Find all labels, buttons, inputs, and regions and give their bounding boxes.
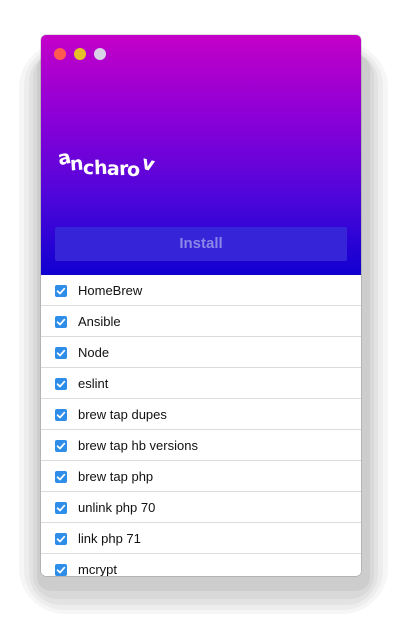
task-label: link php 71	[78, 531, 141, 546]
app-logo: a n c h a r o v	[56, 146, 178, 186]
logo-letter: v	[139, 151, 157, 177]
desktop-background: a n c h a r o v Install HomeBrew Ansible N…	[0, 0, 407, 624]
task-checkbox[interactable]	[55, 347, 67, 359]
task-checkbox[interactable]	[55, 564, 67, 576]
logo-letter: h	[93, 156, 108, 180]
task-checkbox[interactable]	[55, 533, 67, 545]
task-row[interactable]: mcrypt	[41, 554, 361, 576]
task-row[interactable]: brew tap hb versions	[41, 430, 361, 461]
checkmark-icon	[56, 504, 66, 512]
task-row[interactable]: unlink php 70	[41, 492, 361, 523]
task-label: HomeBrew	[78, 283, 143, 298]
close-window-button[interactable]	[54, 48, 66, 60]
install-button[interactable]: Install	[55, 227, 347, 261]
task-label: brew tap dupes	[78, 407, 167, 422]
task-checkbox[interactable]	[55, 502, 67, 514]
minimize-window-button[interactable]	[74, 48, 86, 60]
app-window: a n c h a r o v Install HomeBrew Ansible N…	[41, 35, 361, 576]
task-label: mcrypt	[78, 562, 117, 576]
task-label: unlink php 70	[78, 500, 156, 515]
task-row[interactable]: HomeBrew	[41, 275, 361, 306]
task-label: Node	[78, 345, 110, 360]
task-checkbox[interactable]	[55, 409, 67, 421]
task-row[interactable]: Ansible	[41, 306, 361, 337]
task-row[interactable]: Node	[41, 337, 361, 368]
task-checkbox[interactable]	[55, 471, 67, 483]
logo-letter: o	[126, 158, 141, 182]
checkmark-icon	[56, 442, 66, 450]
checkmark-icon	[56, 566, 66, 574]
checkmark-icon	[56, 380, 66, 388]
maximize-window-button[interactable]	[94, 48, 106, 60]
checkmark-icon	[56, 473, 66, 481]
task-checkbox[interactable]	[55, 440, 67, 452]
task-checkbox[interactable]	[55, 285, 67, 297]
task-row[interactable]: brew tap dupes	[41, 399, 361, 430]
task-label: brew tap php	[78, 469, 154, 484]
task-label: brew tap hb versions	[78, 438, 198, 453]
task-row[interactable]: eslint	[41, 368, 361, 399]
window-header: a n c h a r o v Install	[41, 35, 361, 275]
task-row[interactable]: link php 71	[41, 523, 361, 554]
task-checkbox[interactable]	[55, 316, 67, 328]
task-label: eslint	[78, 376, 109, 391]
checkmark-icon	[56, 318, 66, 326]
task-checkbox[interactable]	[55, 378, 67, 390]
task-list: HomeBrew Ansible Node eslint brew tap dupes b…	[41, 275, 361, 576]
checkmark-icon	[56, 287, 66, 295]
task-row[interactable]: brew tap php	[41, 461, 361, 492]
checkmark-icon	[56, 349, 66, 357]
checkmark-icon	[56, 411, 66, 419]
checkmark-icon	[56, 535, 66, 543]
task-label: Ansible	[78, 314, 121, 329]
